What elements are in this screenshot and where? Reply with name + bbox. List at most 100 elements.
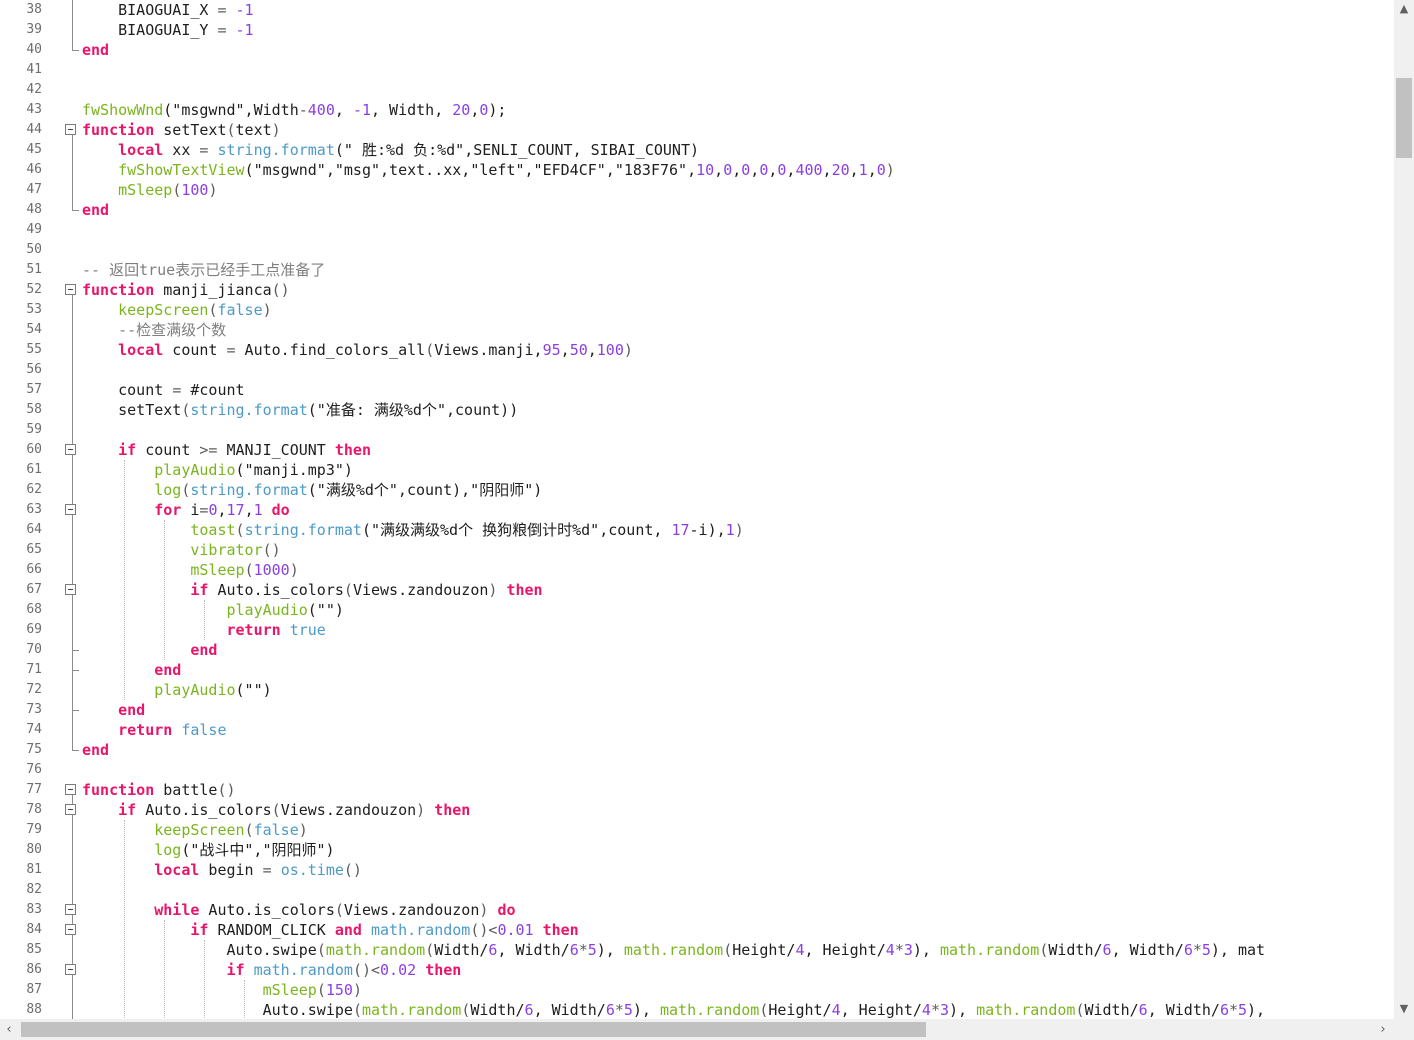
code-line[interactable]: 53 keepScreen(false) xyxy=(0,300,1394,320)
code-line[interactable]: 67 if Auto.is_colors(Views.zandouzon) th… xyxy=(0,580,1394,600)
code-token: text xyxy=(235,121,272,139)
scroll-down-icon[interactable]: ▼ xyxy=(1394,1000,1414,1018)
code-line[interactable]: 57 count = #count xyxy=(0,380,1394,400)
code-line[interactable]: 41 xyxy=(0,60,1394,80)
code-token: Height/ xyxy=(732,941,796,959)
code-line[interactable]: 70 end xyxy=(0,640,1394,660)
code-token: end xyxy=(190,641,218,659)
code-line[interactable]: 77 function battle() xyxy=(0,780,1394,800)
code-token: 50 xyxy=(569,341,588,359)
code-token: Width/ xyxy=(434,941,489,959)
code-line[interactable]: 40 end xyxy=(0,40,1394,60)
code-line[interactable]: 49 xyxy=(0,220,1394,240)
line-number: 84 xyxy=(26,922,42,937)
code-line[interactable]: 42 xyxy=(0,80,1394,100)
code-token: then xyxy=(506,581,543,599)
code-line[interactable]: 86 if math.random()<0.02 then xyxy=(0,960,1394,980)
code-token: playAudio xyxy=(226,601,308,619)
code-token: ( xyxy=(271,801,281,819)
code-line[interactable]: 44 function setText(text) xyxy=(0,120,1394,140)
code-text: mSleep(1000) xyxy=(82,560,298,580)
code-line[interactable]: 66 mSleep(1000) xyxy=(0,560,1394,580)
code-token: end xyxy=(118,701,146,719)
code-token: playAudio xyxy=(154,681,236,699)
scroll-right-icon[interactable]: › xyxy=(1374,1019,1392,1040)
code-line[interactable]: 64 toast(string.format("满级满级%d个 换狗粮倒计时%d… xyxy=(0,520,1394,540)
code-line[interactable]: 54 --检查满级个数 xyxy=(0,320,1394,340)
code-line[interactable]: 48 end xyxy=(0,200,1394,220)
code-line[interactable]: 74 return false xyxy=(0,720,1394,740)
code-line[interactable]: 76 xyxy=(0,760,1394,780)
code-line[interactable]: 80 log("战斗中","阴阳师") xyxy=(0,840,1394,860)
code-line[interactable]: 61 playAudio("manji.mp3") xyxy=(0,460,1394,480)
code-token: 3 xyxy=(939,1001,949,1019)
code-line[interactable]: 43 fwShowWnd("msgwnd",Width-400, -1, Widt… xyxy=(0,100,1394,120)
code-line[interactable]: 88 Auto.swipe(math.random(Width/6, Width… xyxy=(0,1000,1394,1019)
line-number: 68 xyxy=(26,602,42,617)
code-line[interactable]: 69 return true xyxy=(0,620,1394,640)
code-line[interactable]: 50 xyxy=(0,240,1394,260)
code-token: if xyxy=(226,961,245,979)
code-token: math.random xyxy=(371,921,471,939)
code-editor[interactable]: 38 BIAOGUAI_X = -1 39 BIAOGUAI_Y = -1 40 en… xyxy=(0,0,1394,1019)
horizontal-scrollbar[interactable]: ‹ › xyxy=(0,1019,1394,1040)
code-token: ( xyxy=(334,901,344,919)
code-line[interactable]: 51 -- 返回true表示已经手工点准备了 xyxy=(0,260,1394,280)
line-number: 56 xyxy=(26,362,42,377)
scroll-up-icon[interactable]: ▲ xyxy=(1394,0,1414,18)
code-token: os.time xyxy=(280,861,344,879)
code-line[interactable]: 46 fwShowTextView("msgwnd","msg",text..x… xyxy=(0,160,1394,180)
code-line[interactable]: 60 if count >= MANJI_COUNT then xyxy=(0,440,1394,460)
vertical-scroll-thumb[interactable] xyxy=(1396,78,1412,158)
code-token: ) xyxy=(271,121,281,139)
code-line[interactable]: 55 local count = Auto.find_colors_all(Vi… xyxy=(0,340,1394,360)
code-line[interactable]: 79 keepScreen(false) xyxy=(0,820,1394,840)
vertical-scrollbar[interactable]: ▲ ▼ xyxy=(1394,0,1414,1019)
code-line[interactable]: 45 local xx = string.format(" 胜:%d 负:%d"… xyxy=(0,140,1394,160)
code-token: ( xyxy=(425,341,435,359)
code-text: for i=0,17,1 do xyxy=(82,500,289,520)
code-token: function xyxy=(82,281,155,299)
code-token: 0.02 xyxy=(380,961,417,979)
code-token: 3 xyxy=(903,941,913,959)
code-token: return xyxy=(118,721,173,739)
line-number: 87 xyxy=(26,982,42,997)
code-line[interactable]: 62 log(string.format("满级%d个",count),"阴阳师… xyxy=(0,480,1394,500)
code-line[interactable]: 75 end xyxy=(0,740,1394,760)
code-line[interactable]: 87 mSleep(150) xyxy=(0,980,1394,1000)
line-number: 39 xyxy=(26,22,42,37)
horizontal-scroll-thumb[interactable] xyxy=(21,1022,926,1037)
code-token: end xyxy=(154,661,182,679)
line-number: 64 xyxy=(26,522,42,537)
code-token: (" 胜:%d 负:%d",SENLI_COUNT, SIBAI_COUNT) xyxy=(334,141,700,159)
code-token: , xyxy=(714,161,724,179)
code-line[interactable]: 65 vibrator() xyxy=(0,540,1394,560)
code-line[interactable]: 39 BIAOGUAI_Y = -1 xyxy=(0,20,1394,40)
code-token: ), mat xyxy=(1210,941,1266,959)
code-line[interactable]: 85 Auto.swipe(math.random(Width/6, Width… xyxy=(0,940,1394,960)
code-line[interactable]: 52 function manji_jianca() xyxy=(0,280,1394,300)
code-line[interactable]: 58 setText(string.format("准备: 满级%d个",cou… xyxy=(0,400,1394,420)
scroll-left-icon[interactable]: ‹ xyxy=(0,1019,18,1040)
code-line[interactable]: 72 playAudio("") xyxy=(0,680,1394,700)
code-line[interactable]: 82 xyxy=(0,880,1394,900)
code-line[interactable]: 81 local begin = os.time() xyxy=(0,860,1394,880)
code-token: BIAOGUAI_Y xyxy=(82,21,218,39)
code-token: 1 xyxy=(858,161,868,179)
code-line[interactable]: 73 end xyxy=(0,700,1394,720)
code-line[interactable]: 83 while Auto.is_colors(Views.zandouzon)… xyxy=(0,900,1394,920)
code-line[interactable]: 47 mSleep(100) xyxy=(0,180,1394,200)
code-line[interactable]: 63 for i=0,17,1 do xyxy=(0,500,1394,520)
code-line[interactable]: 78 if Auto.is_colors(Views.zandouzon) th… xyxy=(0,800,1394,820)
line-number: 79 xyxy=(26,822,42,837)
code-token: log xyxy=(154,841,182,859)
code-line[interactable]: 84 if RANDOM_CLICK and math.random()<0.0… xyxy=(0,920,1394,940)
code-line[interactable]: 59 xyxy=(0,420,1394,440)
code-line[interactable]: 71 end xyxy=(0,660,1394,680)
code-line[interactable]: 68 playAudio("") xyxy=(0,600,1394,620)
code-line[interactable]: 56 xyxy=(0,360,1394,380)
code-line[interactable]: 38 BIAOGUAI_X = -1 xyxy=(0,0,1394,20)
